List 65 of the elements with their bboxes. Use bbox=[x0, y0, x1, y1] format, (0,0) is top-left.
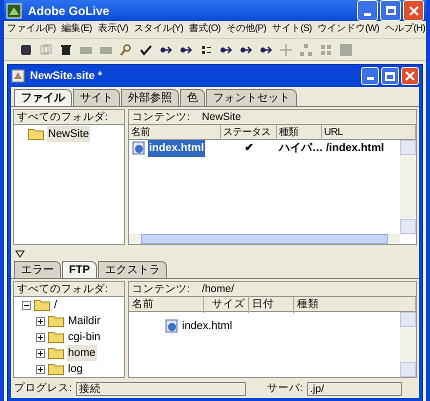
tab[interactable]: サイト bbox=[73, 89, 120, 106]
tab[interactable]: ファイル bbox=[14, 89, 72, 106]
folder-name[interactable]: home bbox=[67, 344, 97, 362]
menu-item[interactable]: ウインドウ(W) bbox=[318, 22, 380, 37]
file-name[interactable]: index.html bbox=[182, 318, 232, 334]
expand-icon[interactable] bbox=[36, 316, 45, 326]
folder-name[interactable]: Maildir bbox=[67, 312, 102, 330]
folder-name[interactable]: cgi-bin bbox=[67, 328, 102, 346]
column-header: すべてのフォルダ: bbox=[14, 282, 124, 297]
column-header[interactable]: 種類 bbox=[277, 125, 322, 140]
maximize-button[interactable] bbox=[381, 67, 399, 85]
folder-name[interactable]: log bbox=[67, 360, 84, 378]
expand-icon[interactable] bbox=[36, 348, 45, 358]
contents-label: コンテンツ: bbox=[132, 282, 190, 296]
column-header[interactable]: 名前 bbox=[129, 297, 204, 313]
expand-icon[interactable] bbox=[36, 332, 45, 342]
window-title: Adobe GoLive bbox=[28, 2, 110, 20]
progress-field: 接続 bbox=[76, 382, 246, 396]
menu-item[interactable]: 編集(E) bbox=[62, 22, 92, 37]
close-icon bbox=[405, 71, 415, 81]
server-field: .jp/ bbox=[307, 382, 402, 396]
minimize-button[interactable] bbox=[361, 67, 379, 85]
tab[interactable]: エラー bbox=[14, 261, 61, 278]
folder-name[interactable]: / bbox=[53, 296, 58, 314]
tab[interactable]: エクストラ bbox=[98, 261, 167, 278]
type-cell-text: ハイパ… bbox=[278, 141, 322, 156]
file-name[interactable]: index.html bbox=[148, 140, 206, 156]
menu-item[interactable]: ファイル(F) bbox=[7, 22, 56, 37]
collapse-triangle-icon[interactable] bbox=[15, 250, 25, 258]
tab[interactable]: FTP bbox=[62, 261, 97, 278]
menu-item[interactable]: サイト(S) bbox=[272, 22, 312, 37]
menu-item[interactable]: ヘルプ(H) bbox=[385, 22, 426, 37]
maximize-button[interactable] bbox=[380, 0, 401, 21]
tab[interactable]: フォントセット bbox=[206, 89, 297, 106]
status-cell-text: ✔ bbox=[244, 141, 254, 156]
contents-path: NewSite bbox=[202, 110, 242, 124]
document-title: NewSite.site * bbox=[30, 68, 102, 84]
column-header[interactable]: 日付 bbox=[249, 297, 294, 313]
tab[interactable]: 外部参照 bbox=[121, 89, 179, 106]
close-button[interactable] bbox=[401, 67, 419, 85]
column-header[interactable]: ステータス bbox=[221, 125, 277, 140]
folder-name[interactable]: NewSite bbox=[47, 126, 90, 142]
tab[interactable]: 色 bbox=[180, 89, 205, 106]
scrollbar[interactable] bbox=[400, 140, 416, 234]
column-header[interactable]: サイズ bbox=[204, 297, 249, 313]
menu-item[interactable]: 書式(O) bbox=[189, 22, 220, 37]
web-page-icon bbox=[132, 141, 146, 156]
close-icon bbox=[408, 6, 418, 16]
minimize-button[interactable] bbox=[357, 0, 378, 21]
close-button[interactable] bbox=[403, 0, 424, 21]
server-label: サーバ: bbox=[267, 381, 303, 396]
progress-label: プログレス: bbox=[14, 381, 72, 396]
scrollbar[interactable] bbox=[400, 312, 416, 377]
url-cell-text: /index.html bbox=[325, 141, 386, 156]
column-header: すべてのフォルダ: bbox=[14, 110, 124, 125]
collapse-icon[interactable] bbox=[22, 300, 31, 310]
contents-label: コンテンツ: bbox=[132, 110, 190, 124]
web-page-icon bbox=[165, 319, 179, 333]
menu-item[interactable]: 表示(V) bbox=[98, 22, 128, 37]
menu-item[interactable]: その他(P) bbox=[226, 22, 266, 37]
contents-path: /home/ bbox=[202, 282, 234, 296]
menu-item[interactable]: スタイル(Y) bbox=[134, 22, 184, 37]
expand-icon[interactable] bbox=[36, 364, 45, 374]
app-icon bbox=[6, 2, 22, 18]
horizontal-scrollbar[interactable] bbox=[129, 234, 400, 244]
